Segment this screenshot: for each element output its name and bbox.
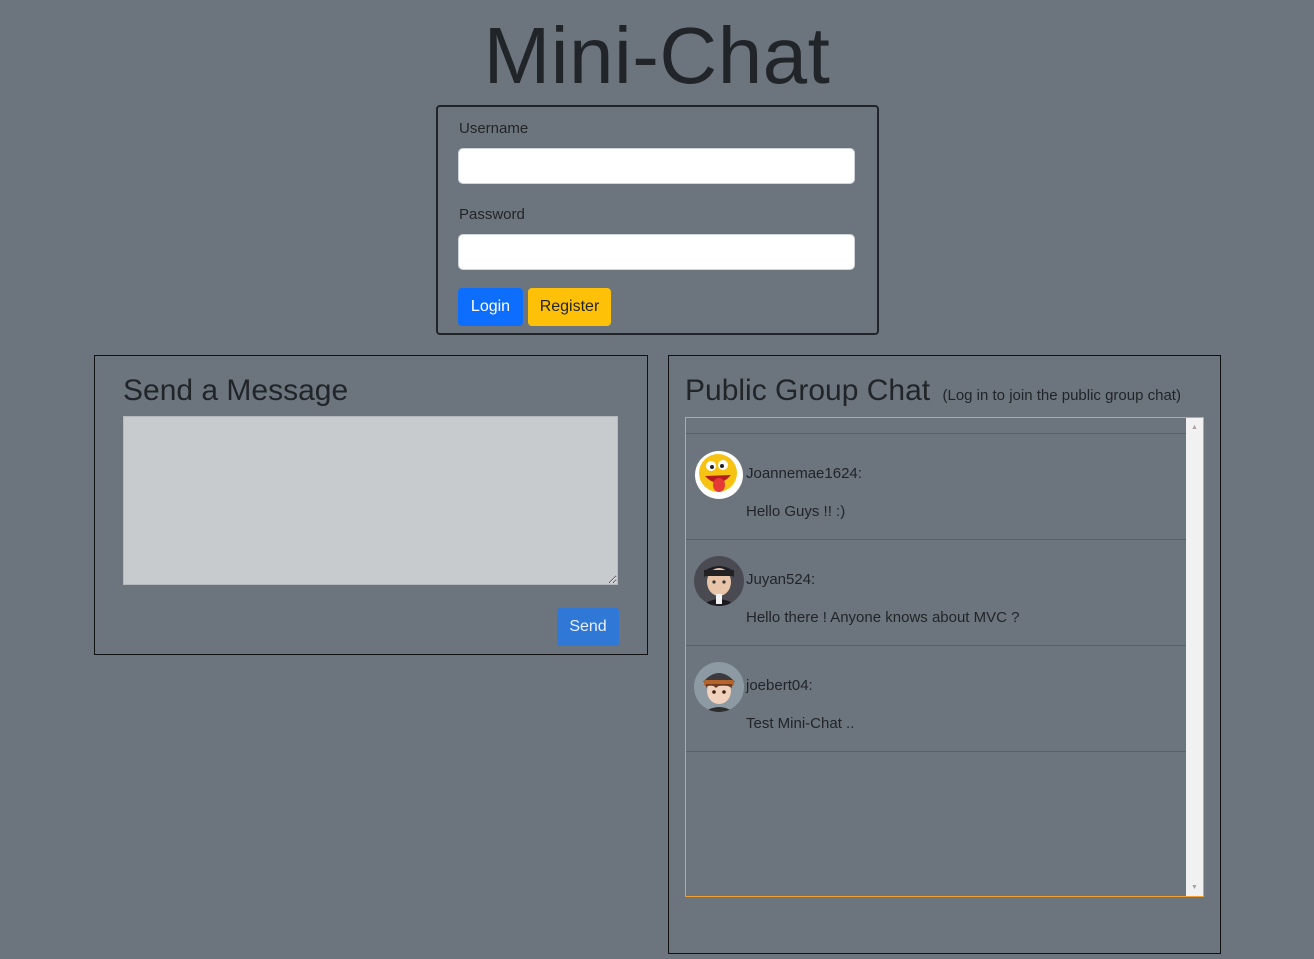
send-message-panel: Send a Message Send <box>94 355 648 655</box>
app-title: Mini-Chat <box>483 11 831 100</box>
public-chat-heading: Public Group Chat (Log in to join the pu… <box>685 374 1181 408</box>
public-chat-title: Public Group Chat <box>685 374 931 407</box>
message-username: joebert04: <box>746 677 813 694</box>
laughing-emoji-icon <box>694 450 744 500</box>
password-label: Password <box>459 206 525 223</box>
chat-scrollbar[interactable]: ▲ ▼ <box>1186 418 1203 896</box>
send-button[interactable]: Send <box>557 608 619 646</box>
login-form: Username Password Login Register <box>436 105 879 335</box>
chat-message: Juyan524: Hello there ! Anyone knows abo… <box>686 540 1186 646</box>
message-textarea[interactable] <box>123 416 618 585</box>
chat-message-list[interactable]: Joannemae1624: Hello Guys !! :) Juyan524… <box>685 417 1204 897</box>
public-chat-subtitle: (Log in to join the public group chat) <box>942 387 1181 404</box>
message-text: Test Mini-Chat .. <box>746 715 855 732</box>
public-chat-panel: Public Group Chat (Log in to join the pu… <box>668 355 1221 954</box>
anime-boy-avatar <box>694 556 744 606</box>
username-label: Username <box>459 120 529 137</box>
register-button[interactable]: Register <box>528 288 611 326</box>
send-message-heading: Send a Message <box>123 374 349 407</box>
chat-scroll-area: Joannemae1624: Hello Guys !! :) Juyan524… <box>686 418 1186 896</box>
message-text: Hello there ! Anyone knows about MVC ? <box>746 609 1020 626</box>
chat-message: joebert04: Test Mini-Chat .. <box>686 646 1186 752</box>
scroll-down-icon[interactable]: ▼ <box>1186 880 1203 894</box>
login-button[interactable]: Login <box>458 288 523 326</box>
page: Mini-Chat Username Password Login Regist… <box>0 0 1314 959</box>
password-input[interactable] <box>458 234 855 270</box>
message-username: Joannemae1624: <box>746 465 862 482</box>
message-username: Juyan524: <box>746 571 816 588</box>
username-input[interactable] <box>458 148 855 184</box>
message-text: Hello Guys !! :) <box>746 503 846 520</box>
anime-boy-cap-avatar <box>694 662 744 712</box>
scroll-up-icon[interactable]: ▲ <box>1186 420 1203 434</box>
chat-message: Joannemae1624: Hello Guys !! :) <box>686 434 1186 540</box>
